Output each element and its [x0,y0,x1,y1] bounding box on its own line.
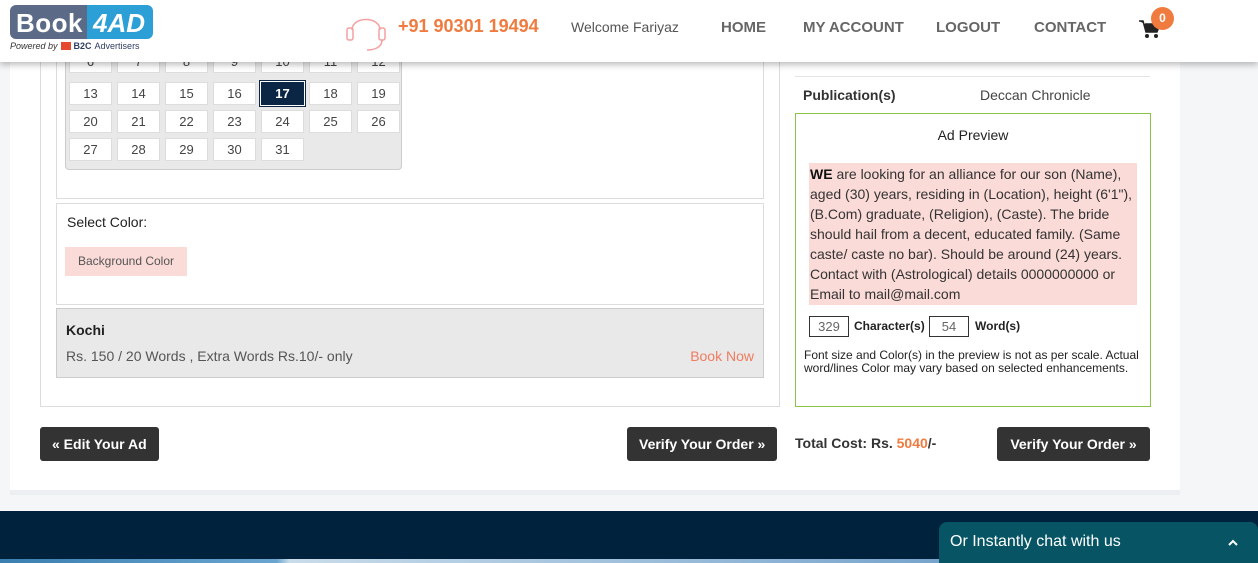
chat-label: Or Instantly chat with us [950,533,1121,550]
total-cost-label: Total Cost: Rs. [795,435,893,451]
calendar-day-selected[interactable]: 17 [261,82,304,105]
headset-icon [346,18,386,51]
logo-4ad-text: 4AD [87,5,154,39]
calendar-day[interactable]: 31 [261,138,304,161]
calendar-day[interactable]: 18 [309,82,352,105]
character-count-label: Character(s) [854,319,925,333]
calendar-day[interactable]: 23 [213,110,256,133]
powered-by-text: Powered by [10,41,58,51]
ad-preview-title: Ad Preview [937,127,1009,143]
site-header: Book 4AD Powered by B2C Advertisers +91 … [0,0,1258,62]
ad-lead-word: WE [810,166,833,182]
calendar-day[interactable]: 22 [165,110,208,133]
word-count-label: Word(s) [975,319,1021,333]
publication-label: Publication(s) [803,87,896,103]
book-now-link[interactable]: Book Now [690,348,754,364]
total-cost-amount: 5040 [896,435,928,451]
chevron-up-icon[interactable] [1226,536,1240,550]
nav-my-account[interactable]: MY ACCOUNT [803,19,904,36]
logo-tagline: Powered by B2C Advertisers [10,41,162,51]
cart-count-badge: 0 [1151,7,1174,30]
chat-widget[interactable]: Or Instantly chat with us [939,522,1258,563]
ad-preview-text: WE are looking for an alliance for our s… [809,163,1137,305]
calendar-day[interactable]: 16 [213,82,256,105]
background-color-button[interactable]: Background Color [65,247,187,276]
calendar: 6789101112131415161718192021222324252627… [65,50,402,170]
rate-card: Kochi Rs. 150 / 20 Words , Extra Words R… [56,308,764,378]
calendar-day[interactable]: 27 [69,138,112,161]
total-cost-suffix: /- [927,435,937,451]
calendar-day[interactable]: 24 [261,110,304,133]
word-count: 54 [929,316,969,337]
phone-number[interactable]: +91 90301 19494 [398,16,539,37]
ad-preview-box: Ad Preview WE are looking for an allianc… [795,113,1151,407]
calendar-day[interactable]: 15 [165,82,208,105]
nav-home[interactable]: HOME [721,19,766,36]
character-count: 329 [809,316,849,337]
book4ad-logo[interactable]: Book 4AD Powered by B2C Advertisers [10,5,162,53]
verify-order-button-left[interactable]: Verify Your Order » [627,427,778,461]
b2c-text: B2C [73,41,92,51]
divider [795,76,1150,77]
nav-contact[interactable]: CONTACT [1034,19,1106,36]
ad-body: are looking for an alliance for our son … [810,166,1133,302]
calendar-day[interactable]: 28 [117,138,160,161]
select-color-title: Select Color: [67,214,148,230]
welcome-text: Welcome Fariyaz [571,19,679,35]
rate-card-city: Kochi [66,322,105,338]
calendar-day[interactable]: 20 [69,110,112,133]
preview-disclaimer: Font size and Color(s) in the preview is… [804,348,1139,375]
nav-logout[interactable]: LOGOUT [936,19,1000,36]
calendar-day[interactable]: 30 [213,138,256,161]
calendar-day[interactable]: 13 [69,82,112,105]
main-panel-shadow [10,490,1180,495]
edit-ad-button[interactable]: « Edit Your Ad [40,427,159,461]
logo-book-text: Book [10,5,87,39]
publication-value: Deccan Chronicle [980,87,1091,103]
calendar-day[interactable]: 29 [165,138,208,161]
calendar-day[interactable]: 14 [117,82,160,105]
advertisers-text: Advertisers [94,41,140,51]
calendar-day[interactable]: 25 [309,110,352,133]
b2c-logo-icon [60,42,71,50]
verify-order-button-right[interactable]: Verify Your Order » [997,427,1150,461]
rate-card-price: Rs. 150 / 20 Words , Extra Words Rs.10/-… [66,348,353,364]
total-cost: Total Cost: Rs. 5040/- [795,435,936,451]
calendar-day[interactable]: 21 [117,110,160,133]
color-section: Select Color: Background Color [56,203,764,305]
calendar-day[interactable]: 26 [357,110,400,133]
calendar-day[interactable]: 19 [357,82,400,105]
